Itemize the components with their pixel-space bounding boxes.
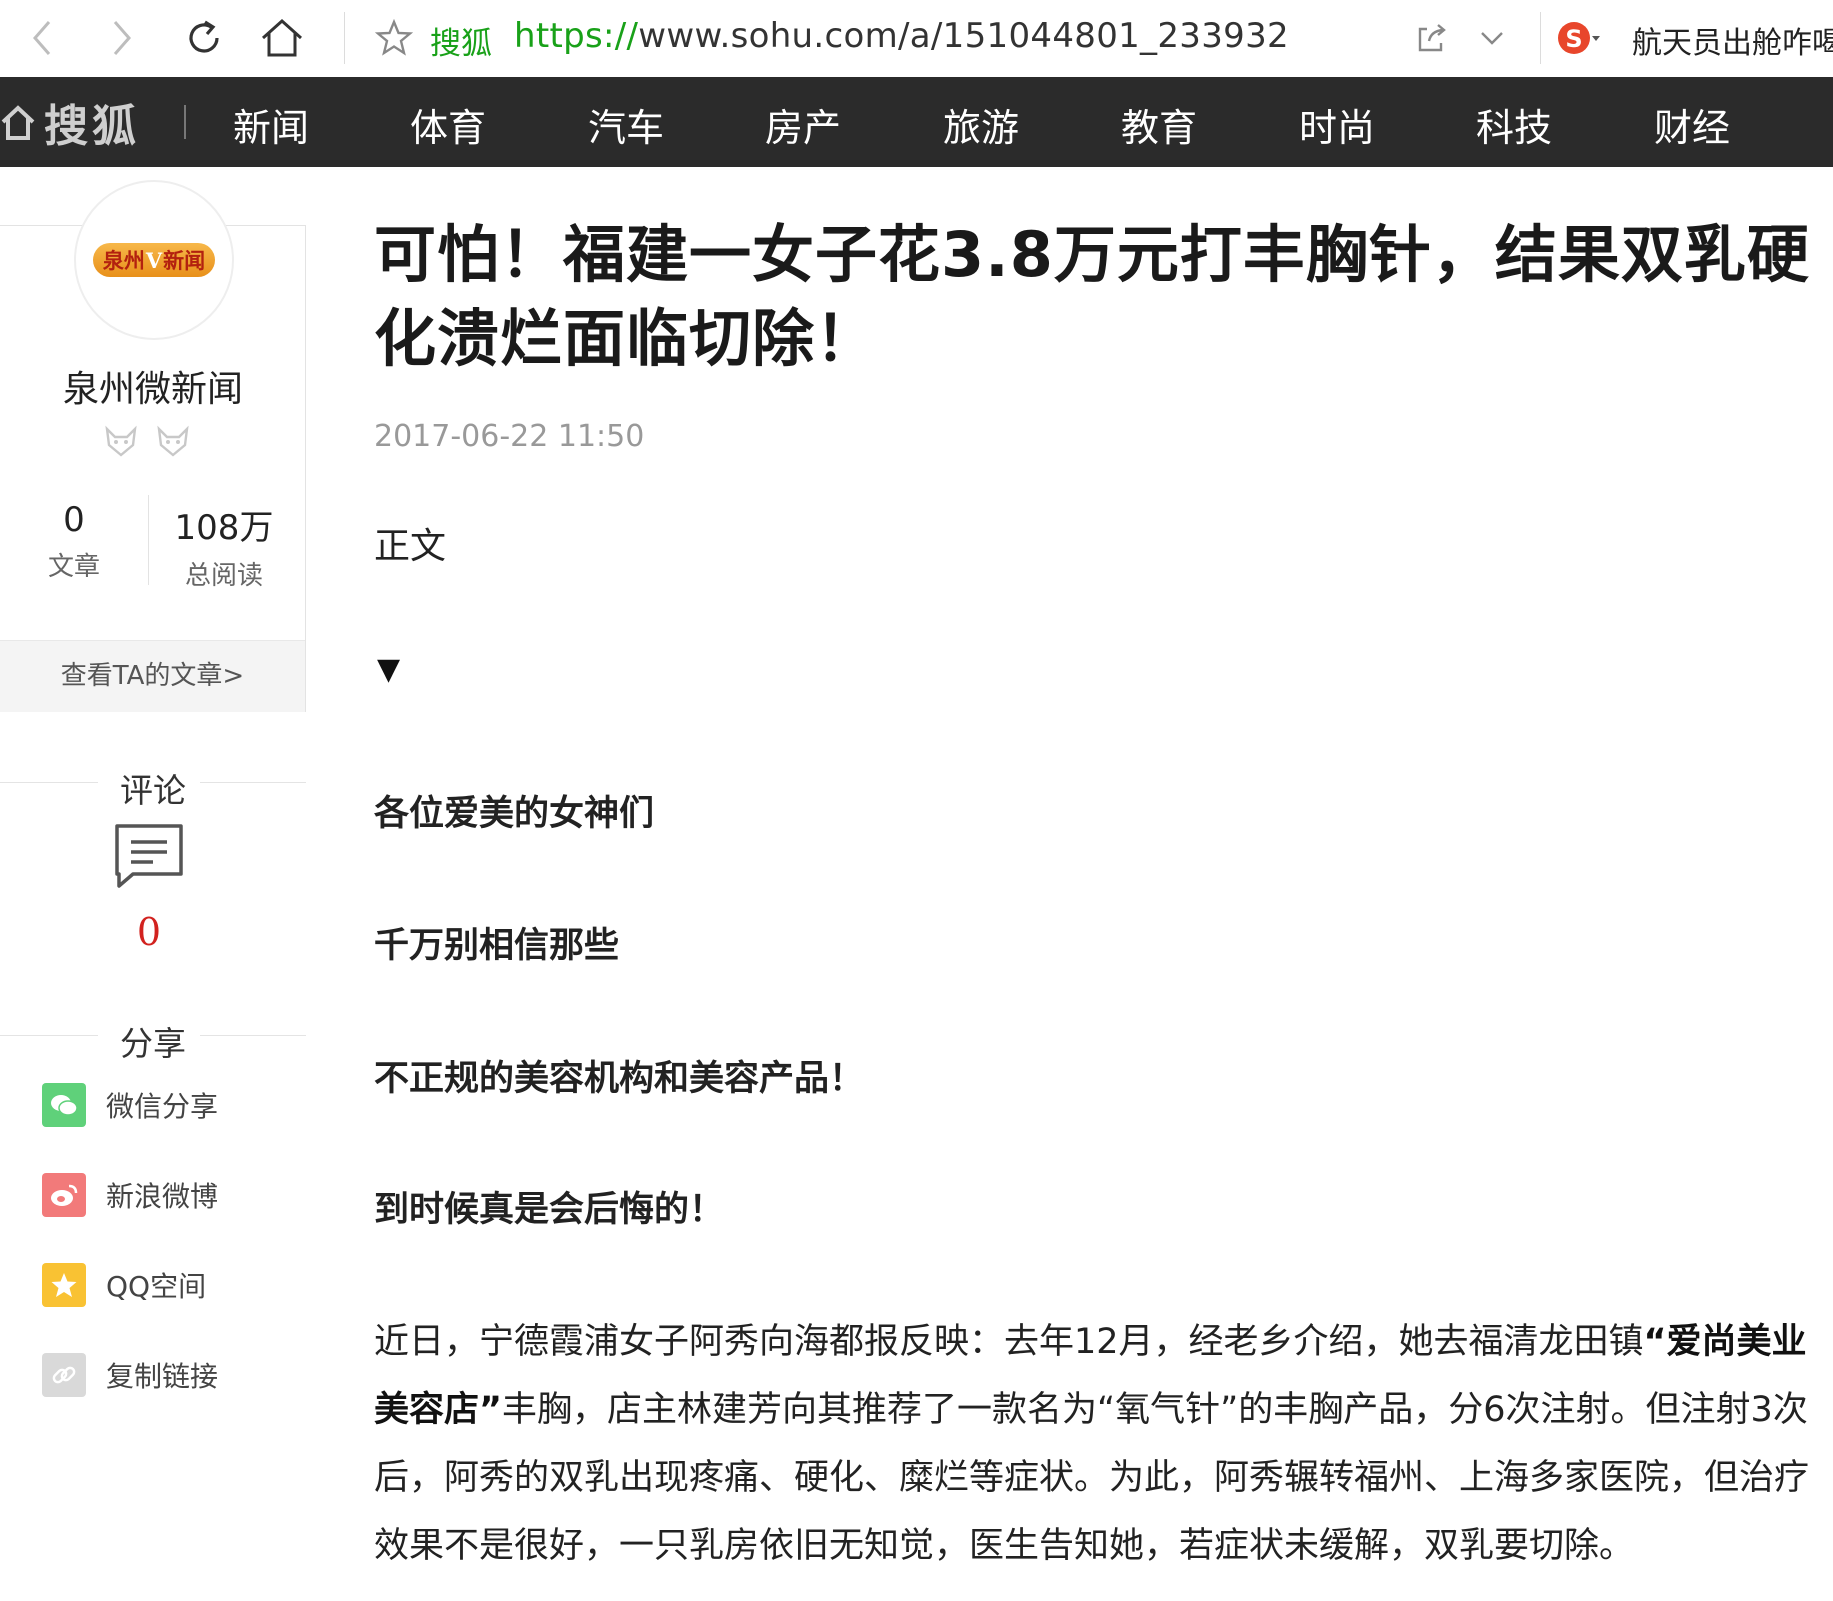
fox-badge-icon	[105, 425, 137, 457]
nav-item-realestate[interactable]: 房产	[765, 97, 841, 152]
author-avatar[interactable]: 泉州 V 新闻	[74, 180, 234, 340]
sohu-home-icon	[1, 105, 35, 140]
article-body-label: 正文	[374, 526, 447, 567]
search-box-text[interactable]: 航天员出舱咋喝	[1632, 18, 1833, 62]
share-qzone-button[interactable]: QQ空间	[42, 1263, 206, 1307]
link-icon	[42, 1353, 86, 1397]
avatar-text-v: V	[145, 247, 163, 273]
avatar-text-right: 新闻	[163, 248, 206, 273]
logo-text: 搜狐	[44, 101, 140, 152]
fox-badge-icon	[157, 425, 189, 457]
view-author-articles-link[interactable]: 查看TA的文章>	[0, 640, 305, 712]
comment-count[interactable]: 0	[0, 910, 298, 954]
site-name: 搜狐	[430, 26, 492, 62]
back-icon[interactable]	[18, 14, 66, 62]
nav-item-fashion[interactable]: 时尚	[1299, 97, 1375, 152]
forward-icon[interactable]	[98, 14, 146, 62]
nav-item-auto[interactable]: 汽车	[588, 97, 664, 152]
stat-divider	[148, 495, 149, 585]
copy-link-label: 复制链接	[106, 1360, 219, 1393]
url-protocol: https://	[514, 16, 639, 56]
sogou-search-icon[interactable]: S	[1554, 14, 1602, 62]
avatar-logo: 泉州 V 新闻	[92, 243, 216, 277]
nav-item-sports[interactable]: 体育	[410, 97, 486, 152]
reads-count: 108万	[174, 508, 274, 548]
author-level-badges	[103, 423, 191, 459]
share-wechat-label: 微信分享	[106, 1090, 219, 1123]
reload-icon[interactable]	[180, 14, 228, 62]
bold-line-1: 各位爱美的女神们	[374, 794, 655, 834]
bold-line-4: 到时候真是会后悔的！	[374, 1190, 725, 1230]
comment-icon[interactable]	[113, 822, 185, 896]
paragraph-part-2: 丰胸，店主林建芳向其推荐了一款名为“氧气针”的丰胸产品，分6次注射。但注射3次后…	[374, 1390, 1810, 1566]
share-weibo-label: 新浪微博	[106, 1180, 219, 1213]
bold-line-2: 千万别相信那些	[374, 926, 620, 966]
nav-item-news[interactable]: 新闻	[233, 97, 309, 152]
copy-link-button[interactable]: 复制链接	[42, 1353, 218, 1397]
bold-line-3: 不正规的美容机构和美容产品！	[374, 1059, 865, 1099]
sohu-logo[interactable]: 搜狐	[0, 97, 140, 152]
favorite-star-icon[interactable]	[370, 14, 418, 62]
author-name[interactable]: 泉州微新闻	[0, 360, 306, 412]
nav-item-education[interactable]: 教育	[1121, 97, 1197, 152]
article-date: 2017-06-22 11:50	[374, 419, 645, 454]
home-icon[interactable]	[258, 14, 306, 62]
logo-divider	[184, 105, 186, 139]
share-qzone-label: QQ空间	[106, 1270, 207, 1303]
article-paragraph: 近日，宁德霞浦女子阿秀向海都报反映：去年12月，经老乡介绍，她去福清龙田镇“爱尚…	[374, 1308, 1814, 1580]
toolbar-divider	[344, 12, 345, 64]
nav-item-tech[interactable]: 科技	[1476, 97, 1552, 152]
qzone-icon	[42, 1263, 86, 1307]
reads-label: 总阅读	[184, 561, 263, 591]
address-bar[interactable]: https://www.sohu.com/a/151044801_233932	[514, 16, 1289, 56]
reads-stat: 108万 总阅读	[160, 500, 288, 592]
comments-title: 评论	[120, 771, 186, 810]
share-title: 分享	[120, 1024, 186, 1063]
share-page-icon[interactable]	[1408, 14, 1456, 62]
avatar-text-left: 泉州	[102, 248, 145, 273]
svg-text:S: S	[1565, 25, 1582, 53]
article-title: 可怕！福建一女子花3.8万元打丰胸针，结果双乳硬化溃烂面临切除！	[374, 218, 1810, 375]
nav-item-finance[interactable]: 财经	[1654, 97, 1730, 152]
url-path: www.sohu.com/a/151044801_233932	[638, 16, 1289, 56]
articles-stat: 0 文章	[30, 500, 118, 583]
nav-item-travel[interactable]: 旅游	[943, 97, 1019, 152]
articles-label: 文章	[47, 552, 100, 582]
dropdown-chevron-icon[interactable]	[1468, 14, 1516, 62]
toolbar-divider-2	[1540, 12, 1541, 64]
paragraph-part-1: 近日，宁德霞浦女子阿秀向海都报反映：去年12月，经老乡介绍，她去福清龙田镇	[374, 1322, 1644, 1362]
browser-toolbar: 搜狐 https://www.sohu.com/a/151044801_2339…	[0, 0, 1833, 78]
wechat-icon	[42, 1083, 86, 1127]
share-weibo-button[interactable]: 新浪微博	[42, 1173, 218, 1217]
down-arrow-icon: ▼	[377, 652, 401, 687]
share-wechat-button[interactable]: 微信分享	[42, 1083, 218, 1127]
main-nav: 搜狐 新闻 体育 汽车 房产 旅游 教育 时尚 科技 财经	[0, 77, 1833, 167]
articles-count: 0	[63, 500, 85, 540]
weibo-icon	[42, 1173, 86, 1217]
